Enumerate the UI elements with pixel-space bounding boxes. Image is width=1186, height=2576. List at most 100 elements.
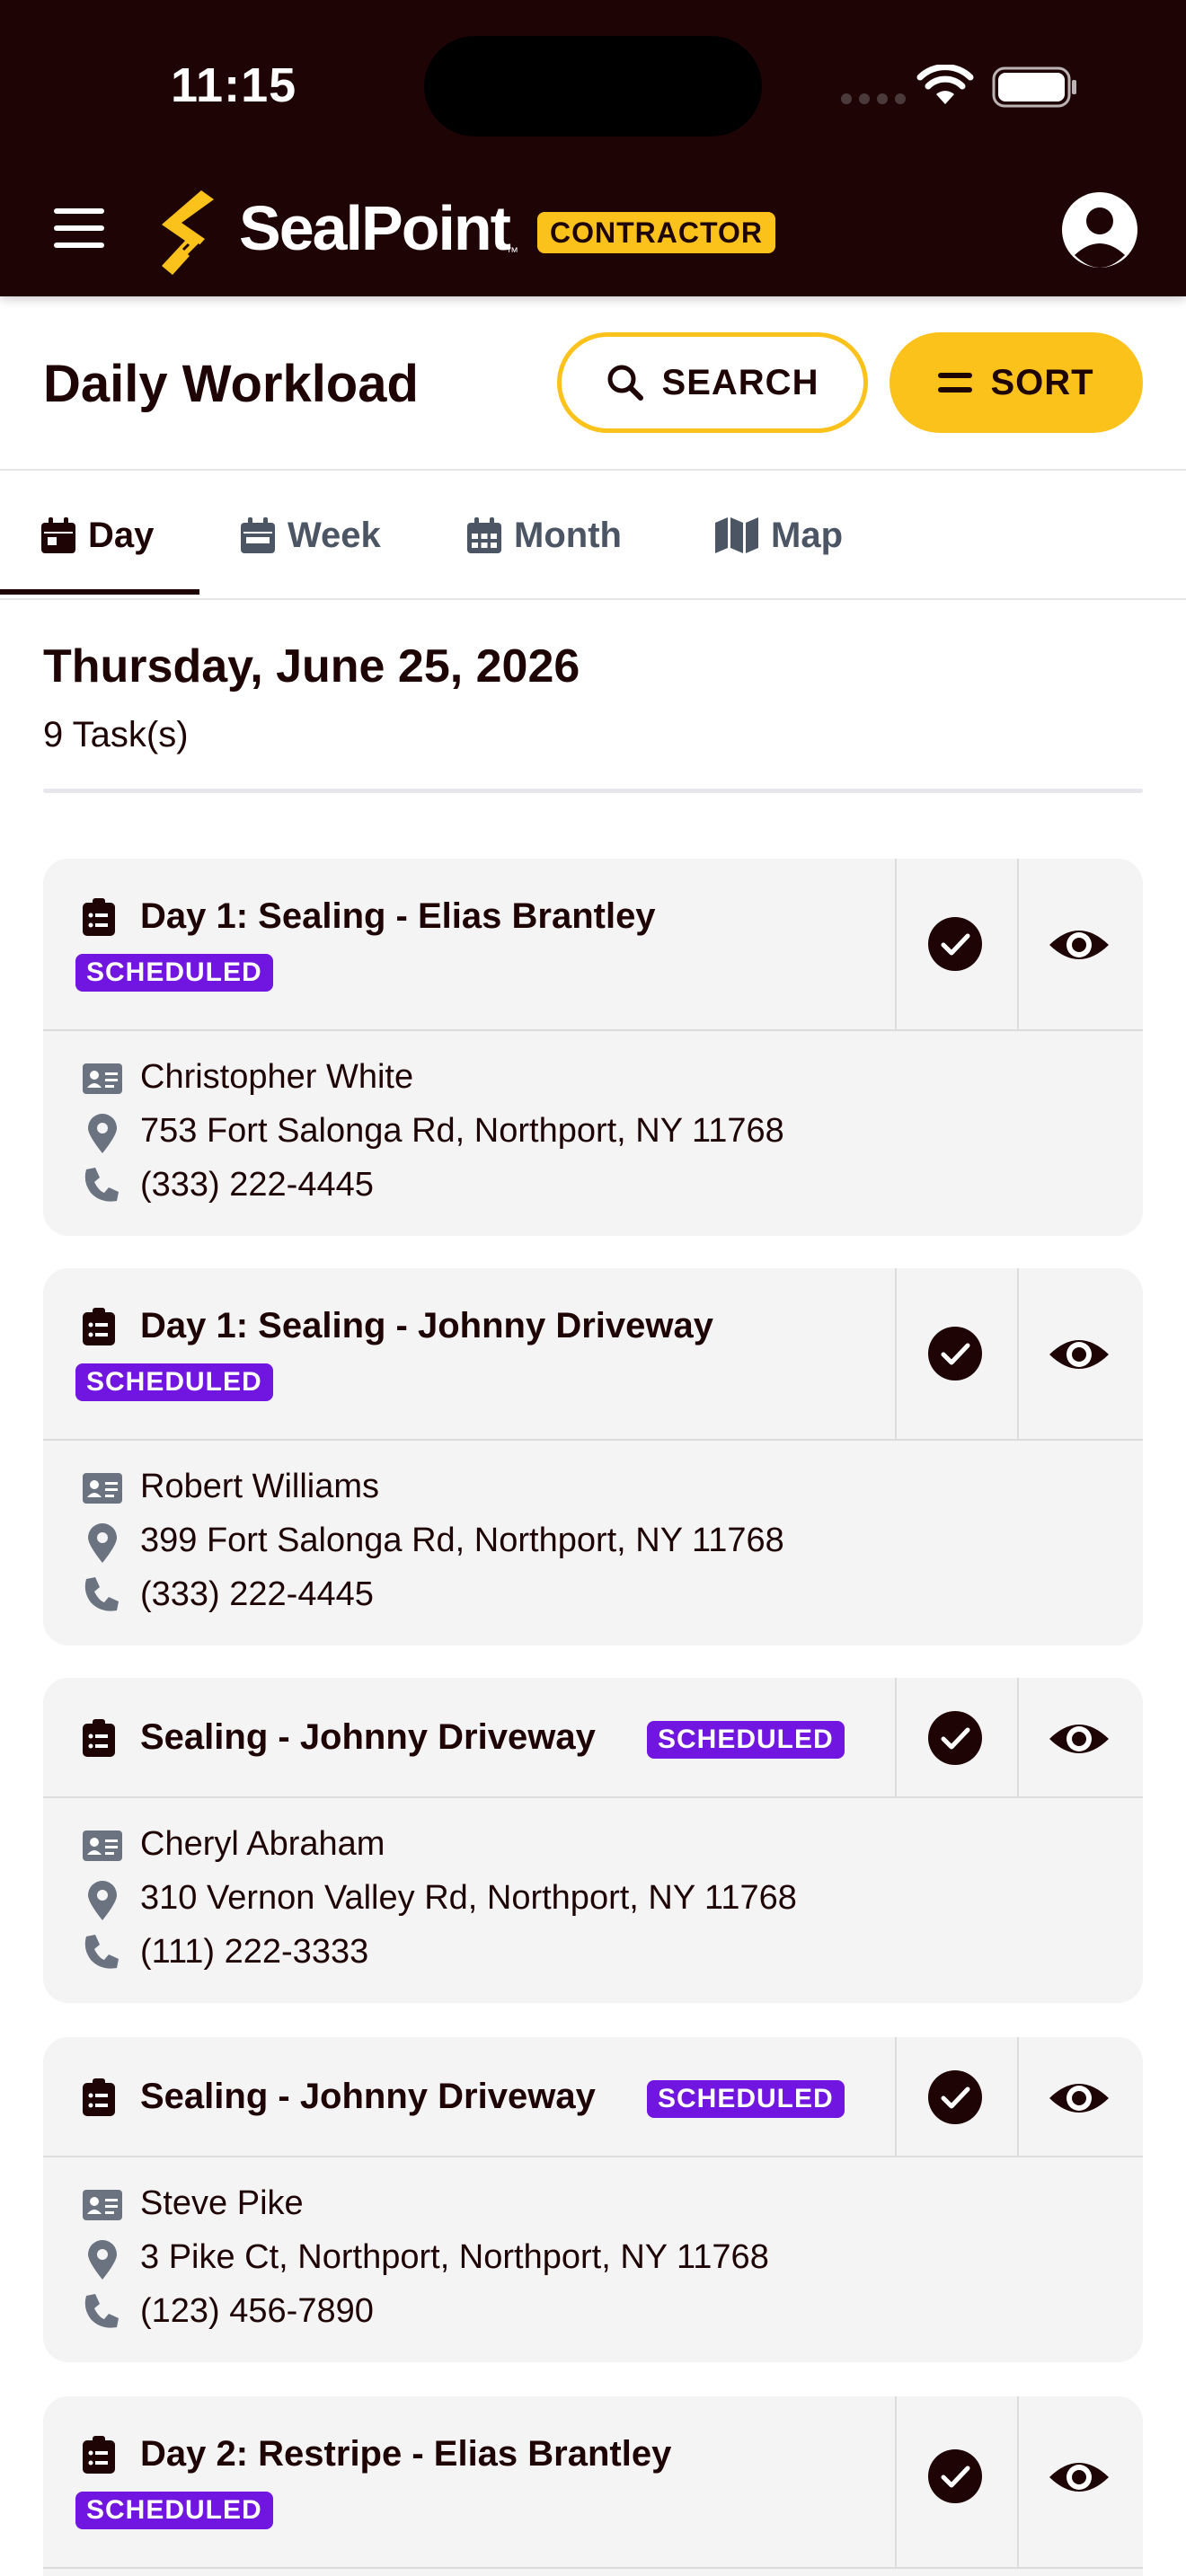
status-badge: SCHEDULED (647, 2080, 845, 2118)
header-separator (1017, 2037, 1019, 2157)
screen: 11:15 SealPoint ™ CONTRACTOR Daily Workl… (0, 0, 1186, 2576)
header-separator (895, 1678, 897, 1798)
tab-week-label: Week (288, 515, 381, 555)
tab-day-label: Day (88, 515, 155, 555)
complete-task-icon[interactable] (927, 2069, 983, 2125)
tab-month-label: Month (514, 515, 622, 555)
contact-card-icon (83, 1831, 122, 1861)
tab-map[interactable]: Map (715, 471, 843, 600)
user-profile-icon[interactable] (1060, 190, 1139, 269)
header-separator (1017, 1678, 1019, 1798)
task-title: Sealing - Johnny Driveway (140, 2077, 596, 2116)
task-card[interactable]: Sealing - Johnny Driveway SCHEDULED Cher… (43, 1678, 1143, 2003)
phone-link[interactable]: (123) 456-7890 (140, 2292, 374, 2331)
task-title: Day 1: Sealing - Elias Brantley (140, 896, 656, 936)
phone-link[interactable]: (333) 222-4445 (140, 1575, 374, 1614)
search-button[interactable]: SEARCH (557, 332, 868, 433)
view-task-eye-icon[interactable] (1048, 923, 1111, 966)
sealpoint-logo-icon (162, 190, 214, 275)
customer-name: Steve Pike (140, 2184, 304, 2222)
task-title: Day 1: Sealing - Johnny Driveway (140, 1306, 713, 1345)
task-card[interactable]: Day 1: Sealing - Johnny Driveway SCHEDUL… (43, 1268, 1143, 1645)
contact-card-icon (83, 1063, 122, 1094)
sort-button[interactable]: SORT (890, 332, 1143, 433)
phone-link[interactable]: (111) 222-3333 (140, 1933, 368, 1972)
header-separator (895, 2037, 897, 2157)
wifi-icon (916, 65, 974, 104)
header-separator (1017, 1268, 1019, 1441)
task-count: 9 Task(s) (43, 715, 189, 754)
status-badge: SCHEDULED (75, 2492, 273, 2529)
date-divider (43, 789, 1143, 793)
status-badge: SCHEDULED (75, 1363, 273, 1401)
header-separator (1017, 2396, 1019, 2569)
complete-task-icon[interactable] (927, 2448, 983, 2504)
header-separator (895, 2396, 897, 2569)
complete-task-icon[interactable] (927, 916, 983, 972)
status-time: 11:15 (171, 58, 297, 112)
address-link[interactable]: 399 Fort Salonga Rd, Northport, NY 11768 (140, 1522, 784, 1560)
role-badge: CONTRACTOR (537, 212, 775, 253)
view-task-eye-icon[interactable] (1048, 1717, 1111, 1760)
location-pin-icon (88, 1881, 117, 1920)
page-title: Daily Workload (43, 355, 419, 413)
view-task-eye-icon[interactable] (1048, 2077, 1111, 2120)
task-card[interactable]: Day 2: Restripe - Elias Brantley SCHEDUL… (43, 2396, 1143, 2576)
clipboard-task-icon (83, 1308, 115, 1345)
phone-icon (84, 1935, 119, 1969)
address-link[interactable]: 3 Pike Ct, Northport, Northport, NY 1176… (140, 2238, 769, 2277)
complete-task-icon[interactable] (927, 1710, 983, 1766)
contact-card-icon (83, 2190, 122, 2220)
cellular-signal-icon (841, 93, 906, 104)
location-pin-icon (88, 2240, 117, 2280)
address-link[interactable]: 310 Vernon Valley Rd, Northport, NY 1176… (140, 1879, 797, 1918)
task-card[interactable]: Day 1: Sealing - Elias Brantley SCHEDULE… (43, 859, 1143, 1236)
tab-week[interactable]: Week (241, 471, 381, 600)
view-task-eye-icon[interactable] (1048, 1333, 1111, 1376)
location-pin-icon (88, 1523, 117, 1563)
hamburger-menu-icon[interactable] (52, 207, 106, 250)
dynamic-island (424, 36, 762, 137)
task-title: Sealing - Johnny Driveway (140, 1717, 596, 1757)
active-tab-indicator (0, 589, 199, 595)
tab-map-label: Map (771, 515, 843, 555)
header-separator (1017, 859, 1019, 1031)
battery-icon (992, 66, 1076, 108)
header-separator (895, 859, 897, 1031)
task-title: Day 2: Restripe - Elias Brantley (140, 2434, 672, 2474)
contact-card-icon (83, 1473, 122, 1504)
phone-icon (84, 2294, 119, 2328)
sort-lines-icon (938, 373, 973, 393)
status-badge: SCHEDULED (75, 954, 273, 992)
clipboard-task-icon (83, 1719, 115, 1757)
search-icon (607, 365, 643, 401)
clipboard-task-icon (83, 2078, 115, 2116)
location-pin-icon (88, 1114, 117, 1153)
brand-trademark: ™ (506, 244, 518, 259)
header-separator (895, 1268, 897, 1441)
view-task-eye-icon[interactable] (1048, 2456, 1111, 2499)
tab-month[interactable]: Month (467, 471, 622, 600)
clipboard-task-icon (83, 898, 115, 936)
selected-date: Thursday, June 25, 2026 (43, 640, 580, 693)
status-badge: SCHEDULED (647, 1721, 845, 1759)
phone-icon (84, 1577, 119, 1611)
map-icon (715, 517, 758, 553)
tab-day[interactable]: Day (41, 471, 154, 600)
task-card[interactable]: Sealing - Johnny Driveway SCHEDULED Stev… (43, 2037, 1143, 2362)
app-bar: 11:15 SealPoint ™ CONTRACTOR (0, 0, 1186, 296)
customer-name: Cheryl Abraham (140, 1825, 385, 1863)
phone-icon (84, 1168, 119, 1202)
view-tabs: Day Week Month Map (0, 471, 1186, 600)
address-link[interactable]: 753 Fort Salonga Rd, Northport, NY 11768 (140, 1112, 784, 1151)
customer-name: Robert Williams (140, 1468, 380, 1505)
calendar-month-icon (467, 517, 501, 553)
calendar-day-icon (41, 517, 75, 553)
sort-button-label: SORT (990, 362, 1094, 402)
calendar-week-icon (241, 517, 275, 553)
brand-name: SealPoint (239, 193, 511, 263)
search-button-label: SEARCH (661, 362, 819, 402)
phone-link[interactable]: (333) 222-4445 (140, 1166, 374, 1204)
complete-task-icon[interactable] (927, 1326, 983, 1381)
clipboard-task-icon (83, 2436, 115, 2474)
